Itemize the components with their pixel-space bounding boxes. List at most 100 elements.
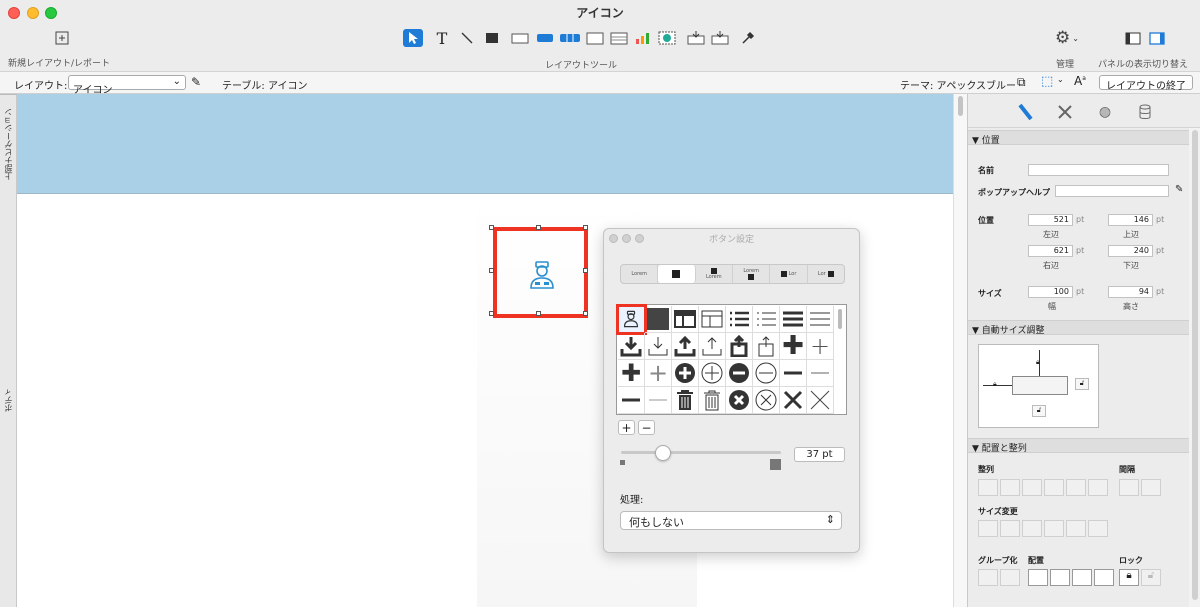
remove-icon-button[interactable]: −: [638, 420, 655, 435]
button-bar-tool-button[interactable]: [558, 29, 582, 47]
resize-largest-height-button[interactable]: [1044, 520, 1064, 537]
minus-bold-icon[interactable]: [780, 360, 807, 387]
style-icon-above[interactable]: Lorem: [696, 265, 733, 283]
download-thin-icon[interactable]: [645, 333, 672, 360]
plus-circle-icon[interactable]: [699, 360, 726, 387]
download-icon[interactable]: [618, 333, 645, 360]
align-center-button[interactable]: [1000, 479, 1020, 496]
resize-smallest-height-button[interactable]: [1000, 520, 1020, 537]
canvas-scrollbar[interactable]: [953, 94, 967, 607]
plus-thin-icon[interactable]: +: [807, 333, 834, 360]
text-tool-button[interactable]: T: [432, 29, 452, 48]
menu-lines-icon[interactable]: [780, 306, 807, 333]
plus-thin-icon[interactable]: +: [645, 360, 672, 387]
minus-thin-icon[interactable]: [807, 360, 834, 387]
icon-size-slider[interactable]: [621, 451, 781, 454]
icon-size-field[interactable]: 37 pt: [794, 447, 845, 462]
minus-circle-icon[interactable]: [753, 360, 780, 387]
trash-filled-icon[interactable]: [672, 387, 699, 414]
scrollbar-thumb[interactable]: [958, 96, 963, 116]
share-thin-icon[interactable]: [753, 333, 780, 360]
button-tool-button[interactable]: [535, 29, 555, 47]
body-part-tab[interactable]: ボディ: [0, 194, 17, 607]
pencil-icon[interactable]: ✎: [1175, 184, 1183, 195]
resize-handle[interactable]: [583, 225, 588, 230]
popover-tool-button[interactable]: [585, 29, 605, 47]
width-field[interactable]: 100: [1028, 286, 1073, 298]
resize-handle[interactable]: [583, 268, 588, 273]
line-tool-button[interactable]: [457, 29, 477, 47]
resize-largest-width-button[interactable]: [1022, 520, 1042, 537]
plus-bold-icon[interactable]: ✚: [618, 360, 645, 387]
send-to-back-button[interactable]: [1094, 569, 1114, 586]
trash-icon[interactable]: [699, 387, 726, 414]
select-tool-button[interactable]: [403, 29, 423, 47]
manage-button[interactable]: ⚙ ⌄: [1050, 28, 1084, 48]
arrange-section-header[interactable]: ▼ 配置と整列: [968, 438, 1189, 454]
send-backward-button[interactable]: [1072, 569, 1092, 586]
align-top-button[interactable]: [1044, 479, 1064, 496]
layout-header-icon[interactable]: [672, 306, 699, 333]
group-button[interactable]: [978, 569, 998, 586]
font-size-icon[interactable]: Aa: [1074, 74, 1086, 88]
resize-smallest-both-button[interactable]: [1066, 520, 1086, 537]
insert-part-tool-button[interactable]: [710, 29, 730, 47]
chevron-down-icon[interactable]: ⌄: [1057, 75, 1064, 84]
office-worker-icon[interactable]: [616, 304, 647, 335]
bottom-anchor-lock[interactable]: 🔓︎: [1032, 405, 1046, 417]
bottom-field[interactable]: 240: [1108, 245, 1153, 257]
autosize-section-header[interactable]: ▼ 自動サイズ調整: [968, 320, 1189, 336]
chart-tool-button[interactable]: [633, 29, 653, 47]
button-style-segmented-control[interactable]: Lorem Lorem Lorem Lor Lor: [620, 264, 845, 284]
pencil-icon[interactable]: ✎: [191, 75, 201, 89]
position-section-header[interactable]: ▼ 位置: [968, 130, 1189, 146]
grid-icon[interactable]: ⬚: [1041, 74, 1053, 89]
resize-handle[interactable]: [536, 225, 541, 230]
tab-data[interactable]: [1135, 103, 1155, 121]
add-icon-button[interactable]: +: [618, 420, 635, 435]
style-icon-below[interactable]: Lorem: [733, 265, 771, 283]
resize-handle[interactable]: [489, 268, 494, 273]
icon-grid-scrollbar[interactable]: [838, 309, 842, 329]
minus-bold-icon[interactable]: [618, 387, 645, 414]
resize-handle[interactable]: [536, 311, 541, 316]
action-select[interactable]: 何もしない ⇕: [620, 511, 842, 530]
left-field[interactable]: 521: [1028, 214, 1073, 226]
close-circle-filled-icon[interactable]: [726, 387, 753, 414]
upload-icon[interactable]: [672, 333, 699, 360]
top-navigation-part-tab[interactable]: 上部ナビゲーション: [0, 94, 17, 194]
bring-to-front-button[interactable]: [1028, 569, 1048, 586]
tab-appearance[interactable]: ◍: [1095, 103, 1115, 121]
insert-field-tool-button[interactable]: [686, 29, 706, 47]
lock-button[interactable]: 🔒︎: [1119, 569, 1139, 586]
menu-lines-thin-icon[interactable]: [807, 306, 834, 333]
screen-stencil-icon[interactable]: ⧉: [1017, 75, 1026, 90]
right-anchor-lock[interactable]: 🔓︎: [1075, 378, 1089, 390]
style-icon-only[interactable]: [658, 265, 696, 283]
share-icon[interactable]: [726, 333, 753, 360]
inspector-scrollbar[interactable]: [1189, 128, 1200, 607]
right-field[interactable]: 621: [1028, 245, 1073, 257]
distribute-horizontal-button[interactable]: [1119, 479, 1139, 496]
align-right-button[interactable]: [1022, 479, 1042, 496]
selected-icon-button[interactable]: [493, 227, 588, 318]
name-field[interactable]: [1028, 164, 1169, 176]
toggle-right-panel-button[interactable]: [1148, 30, 1166, 46]
height-field[interactable]: 94: [1108, 286, 1153, 298]
bullet-list-thin-icon[interactable]: [753, 306, 780, 333]
minus-thin-icon[interactable]: [645, 387, 672, 414]
new-layout-button[interactable]: [52, 29, 72, 47]
scrollbar-thumb[interactable]: [1192, 130, 1198, 600]
distribute-vertical-button[interactable]: [1141, 479, 1161, 496]
tab-styles[interactable]: [1055, 103, 1075, 121]
resize-handle[interactable]: [583, 311, 588, 316]
upload-thin-icon[interactable]: [699, 333, 726, 360]
portal-tool-button[interactable]: [609, 29, 629, 47]
close-bold-icon[interactable]: [780, 387, 807, 414]
filled-square-icon[interactable]: [645, 306, 672, 333]
style-icon-left[interactable]: Lor: [770, 265, 808, 283]
ungroup-button[interactable]: [1000, 569, 1020, 586]
format-painter-button[interactable]: [738, 29, 758, 47]
resize-largest-both-button[interactable]: [1088, 520, 1108, 537]
end-layout-button[interactable]: レイアウトの終了: [1099, 75, 1193, 92]
